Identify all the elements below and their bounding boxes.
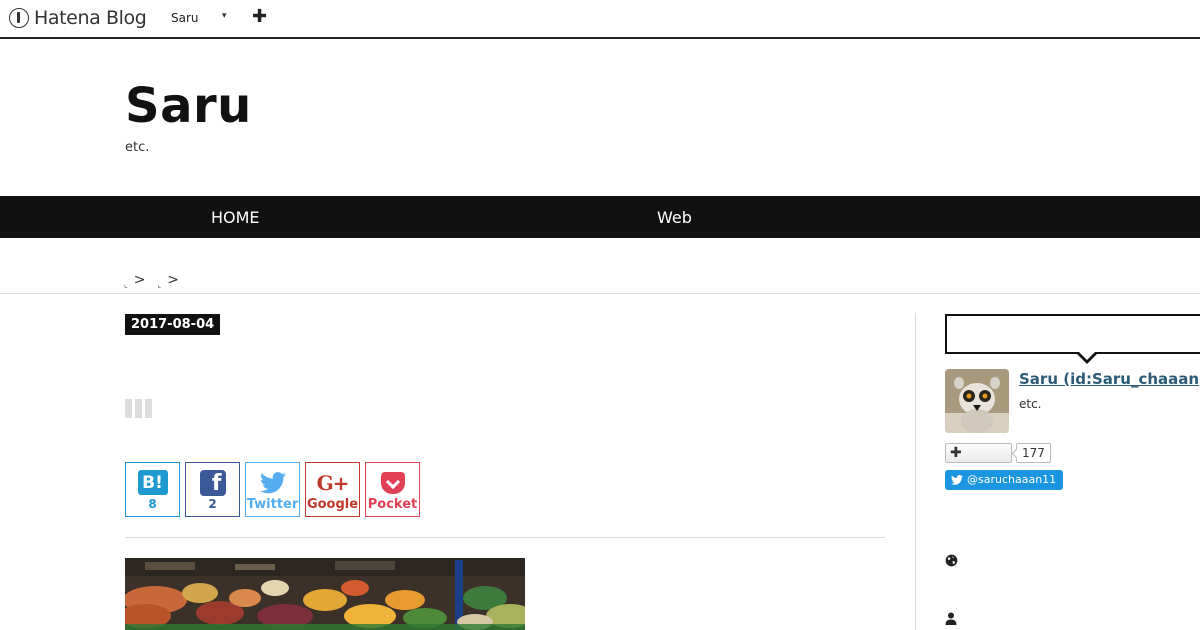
globe-icon[interactable]	[945, 554, 958, 567]
twitter-share-button[interactable]: Twitter	[245, 462, 300, 517]
sidebar-profile-heading	[945, 314, 1200, 364]
hatena-bookmark-count: 8	[148, 497, 157, 511]
follow-button[interactable]: ✚	[945, 443, 1012, 463]
facebook-share-button[interactable]: f 2	[185, 462, 240, 517]
nav-item-home[interactable]: HOME	[211, 208, 260, 227]
market-photo-image	[125, 558, 525, 630]
google-plus-share-button[interactable]: G+ Google	[305, 462, 360, 517]
new-post-plus-icon[interactable]: ✚	[252, 6, 267, 27]
twitter-handle: @saruchaaan11	[967, 473, 1057, 486]
entry-title-placeholder	[125, 399, 152, 418]
profile-name-link[interactable]: Saru (id:Saru_chaaan	[1019, 370, 1199, 388]
blog-description: etc.	[125, 140, 150, 155]
share-buttons: B! 8 f 2 Twitter G+ Google Pocket	[125, 462, 420, 517]
hatena-logo-icon	[9, 8, 29, 28]
divider	[125, 537, 885, 538]
pocket-share-label: Pocket	[367, 497, 418, 512]
lemur-avatar-image	[945, 369, 1009, 433]
hatena-bookmark-icon: B!	[137, 470, 168, 495]
entry-photo-market	[125, 558, 525, 630]
hatena-bookmark-share-button[interactable]: B! 8	[125, 462, 180, 517]
plus-icon: ✚	[950, 445, 962, 461]
person-icon[interactable]	[945, 612, 957, 625]
breadcrumb-separator: >	[133, 272, 146, 288]
google-plus-icon: G+	[316, 470, 350, 495]
pocket-share-button[interactable]: Pocket	[365, 462, 420, 517]
breadcrumb-link-category[interactable]: ⌞	[157, 280, 161, 289]
facebook-icon: f	[199, 469, 226, 496]
pocket-icon	[380, 471, 405, 494]
facebook-share-count: 2	[208, 497, 217, 511]
nav-item-web[interactable]: Web	[657, 208, 692, 227]
avatar[interactable]	[945, 369, 1009, 433]
logo-text: Hatena Blog	[34, 7, 147, 29]
twitter-share-label: Twitter	[246, 497, 299, 512]
breadcrumb: ⌞ > ⌞ >	[124, 272, 191, 289]
hatena-blog-logo[interactable]: Hatena Blog	[9, 7, 147, 29]
breadcrumb-link-home[interactable]: ⌞	[124, 280, 128, 289]
divider	[0, 293, 1200, 294]
twitter-bird-icon	[259, 471, 286, 493]
entry-date[interactable]: 2017-08-04	[125, 314, 221, 335]
profile-description: etc.	[1019, 397, 1042, 411]
blog-title[interactable]: Saru	[125, 78, 252, 134]
user-menu-name[interactable]: Saru	[171, 11, 199, 25]
google-share-label: Google	[306, 497, 359, 512]
category-navbar: HOME Web	[0, 196, 1200, 238]
twitter-bird-icon	[951, 475, 963, 485]
twitter-follow-button[interactable]: @saruchaaan11	[945, 470, 1064, 490]
global-header: Hatena Blog Saru ▾ ✚	[0, 0, 1200, 39]
sidebar-divider	[915, 313, 916, 630]
chevron-down-icon[interactable]: ▾	[222, 11, 227, 21]
follower-count: 177	[1016, 443, 1051, 463]
breadcrumb-separator: >	[167, 272, 179, 288]
